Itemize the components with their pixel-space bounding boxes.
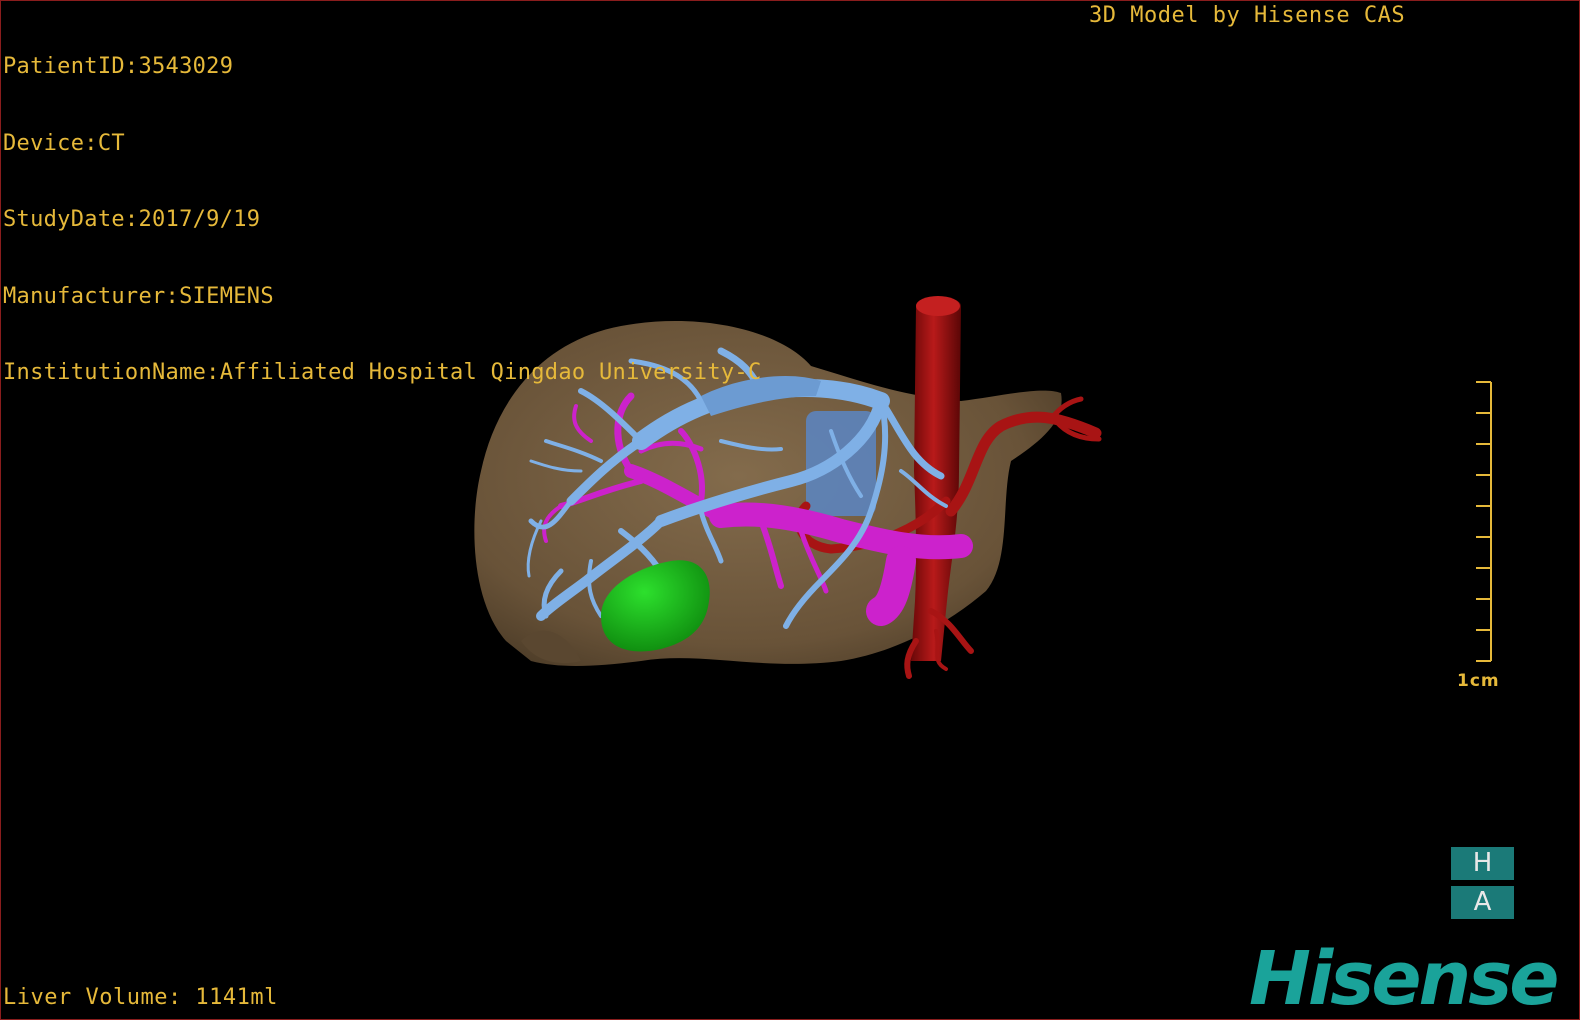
3d-viewport[interactable]: PatientID:3543029 Device:CT StudyDate:20…	[0, 0, 1580, 1020]
hisense-logo: Hisense	[1249, 936, 1559, 1020]
patient-id: PatientID:3543029	[3, 54, 234, 79]
scale-bar	[1476, 381, 1492, 662]
orientation-anterior[interactable]: A	[1451, 886, 1514, 919]
study-date: StudyDate:2017/9/19	[3, 207, 261, 232]
manufacturer: Manufacturer:SIEMENS	[3, 283, 274, 309]
scale-label: 1cm	[1457, 671, 1500, 691]
device: Device:CT	[3, 130, 125, 156]
liver-volume: Liver Volume: 1141ml	[3, 985, 278, 1010]
orientation-cube[interactable]: H A	[1451, 847, 1514, 925]
study-info-overlay: PatientID:3543029 Device:CT StudyDate:20…	[3, 3, 762, 437]
orientation-head[interactable]: H	[1451, 847, 1514, 880]
institution-name: InstitutionName:Affiliated Hospital Qing…	[3, 360, 762, 385]
model-credit: 3D Model by Hisense CAS	[1089, 3, 1406, 28]
